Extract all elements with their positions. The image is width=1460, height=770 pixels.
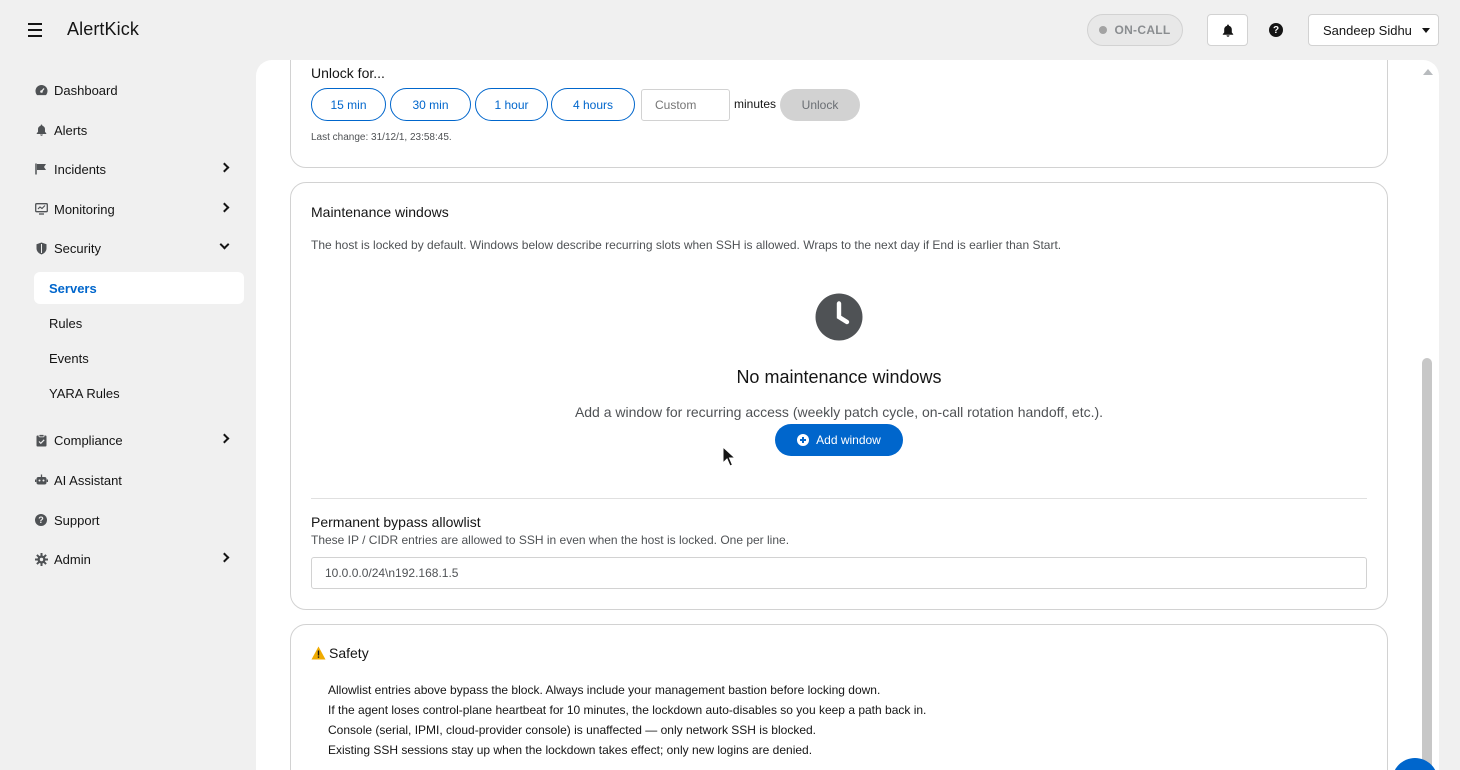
scroll-up-arrow-icon[interactable]	[1423, 69, 1433, 75]
sidebar-item-alerts[interactable]: Alerts	[34, 114, 244, 146]
sidebar-item-label: Dashboard	[54, 82, 118, 98]
flag-icon	[34, 162, 48, 176]
clipboard-icon	[34, 433, 48, 447]
sidebar-item-ai-assistant[interactable]: AI Assistant	[34, 464, 244, 496]
sidebar-item-security[interactable]: Security	[34, 232, 244, 264]
safety-list: Allowlist entries above bypass the block…	[328, 680, 926, 760]
unlock-button[interactable]: Unlock	[780, 89, 860, 121]
top-bar: AlertKick ON-CALL ? Sandeep Sidhu	[0, 0, 1460, 60]
sidebar-item-label: Support	[54, 512, 100, 528]
robot-icon	[34, 473, 48, 487]
sidebar-item-label: Alerts	[54, 122, 88, 138]
add-window-label: Add window	[816, 433, 881, 447]
safety-title: Safety	[329, 645, 369, 661]
bypass-title: Permanent bypass allowlist	[311, 514, 481, 530]
menu-icon[interactable]	[28, 18, 48, 42]
minutes-label: minutes	[734, 97, 777, 111]
sidebar: Dashboard Alerts Incidents Monitoring Se…	[0, 60, 256, 770]
bypass-description: These IP / CIDR entries are allowed to S…	[311, 533, 790, 547]
sidebar-item-compliance[interactable]: Compliance	[34, 424, 244, 456]
mouse-cursor-icon	[722, 446, 736, 467]
plus-circle-icon	[797, 434, 810, 446]
chevron-right-icon	[219, 202, 230, 213]
shield-icon	[34, 241, 48, 255]
notifications-button[interactable]	[1207, 14, 1248, 46]
chevron-down-icon	[219, 239, 230, 250]
chevron-right-icon	[219, 433, 230, 444]
sidebar-item-support[interactable]: ? Support	[34, 504, 244, 536]
sidebar-item-admin[interactable]: Admin	[34, 543, 244, 575]
dashboard-icon	[34, 83, 48, 97]
sidebar-subitem-yara-rules[interactable]: YARA Rules	[34, 377, 244, 409]
bypass-allowlist-input[interactable]	[311, 557, 1367, 589]
maintenance-title: Maintenance windows	[311, 204, 449, 220]
sidebar-item-label: AI Assistant	[54, 472, 122, 488]
user-name: Sandeep Sidhu	[1323, 22, 1412, 38]
safety-line: If the agent loses control-plane heartbe…	[328, 703, 927, 717]
divider	[311, 498, 1367, 499]
unlock-15-min-button[interactable]: 15 min	[311, 88, 386, 121]
warning-icon	[311, 646, 326, 660]
unlock-1-hour-button[interactable]: 1 hour	[475, 88, 548, 121]
maintenance-card: Maintenance windows The host is locked b…	[290, 182, 1388, 610]
help-icon: ?	[34, 513, 48, 527]
unlock-title: Unlock for...	[311, 65, 385, 81]
sidebar-item-label: Admin	[54, 551, 91, 567]
sidebar-subitem-servers[interactable]: Servers	[34, 272, 244, 304]
sidebar-item-monitoring[interactable]: Monitoring	[34, 193, 244, 225]
sidebar-item-dashboard[interactable]: Dashboard	[34, 74, 244, 106]
main-content: Unlock for... 15 min 30 min 1 hour 4 hou…	[256, 60, 1439, 770]
oncall-label: ON-CALL	[1114, 23, 1171, 37]
gear-icon	[34, 552, 48, 566]
caret-down-icon	[1421, 27, 1430, 33]
sidebar-item-label: Compliance	[54, 432, 123, 448]
add-window-button[interactable]: Add window	[775, 424, 903, 456]
clock-icon	[815, 293, 863, 341]
safety-line: Allowlist entries above bypass the block…	[328, 683, 881, 697]
sidebar-item-label: Incidents	[54, 161, 107, 177]
unlock-card: Unlock for... 15 min 30 min 1 hour 4 hou…	[290, 60, 1388, 168]
custom-minutes-input[interactable]	[641, 89, 730, 121]
chevron-right-icon	[219, 162, 230, 173]
user-menu-button[interactable]: Sandeep Sidhu	[1308, 14, 1439, 46]
sidebar-subitem-events[interactable]: Events	[34, 342, 244, 374]
sidebar-item-label: Security	[54, 240, 101, 256]
maintenance-description: The host is locked by default. Windows b…	[311, 238, 1062, 252]
status-dot-icon	[1099, 26, 1108, 34]
sidebar-item-label: Monitoring	[54, 201, 115, 217]
sidebar-subitem-rules[interactable]: Rules	[34, 307, 244, 339]
bell-icon	[34, 123, 48, 137]
empty-state-description: Add a window for recurring access (weekl…	[574, 404, 1104, 420]
safety-line: Console (serial, IPMI, cloud-provider co…	[328, 723, 816, 737]
help-button[interactable]: ?	[1266, 20, 1286, 40]
safety-line: Existing SSH sessions stay up when the l…	[328, 743, 813, 757]
last-change-text: Last change: 31/12/1, 23:58:45.	[311, 132, 452, 143]
sidebar-item-incidents[interactable]: Incidents	[34, 153, 244, 185]
question-icon: ?	[1269, 23, 1283, 37]
safety-title-row: Safety	[311, 645, 369, 661]
unlock-4-hours-button[interactable]: 4 hours	[551, 88, 635, 121]
unlock-30-min-button[interactable]: 30 min	[390, 88, 471, 121]
oncall-toggle[interactable]: ON-CALL	[1087, 14, 1183, 46]
bell-icon	[1222, 24, 1233, 37]
chevron-right-icon	[219, 552, 230, 563]
monitor-icon	[34, 202, 48, 216]
scrollbar-thumb[interactable]	[1422, 358, 1432, 770]
app-brand[interactable]: AlertKick	[67, 19, 139, 40]
safety-card: Safety Allowlist entries above bypass th…	[290, 624, 1388, 770]
empty-state-title: No maintenance windows	[736, 367, 942, 387]
